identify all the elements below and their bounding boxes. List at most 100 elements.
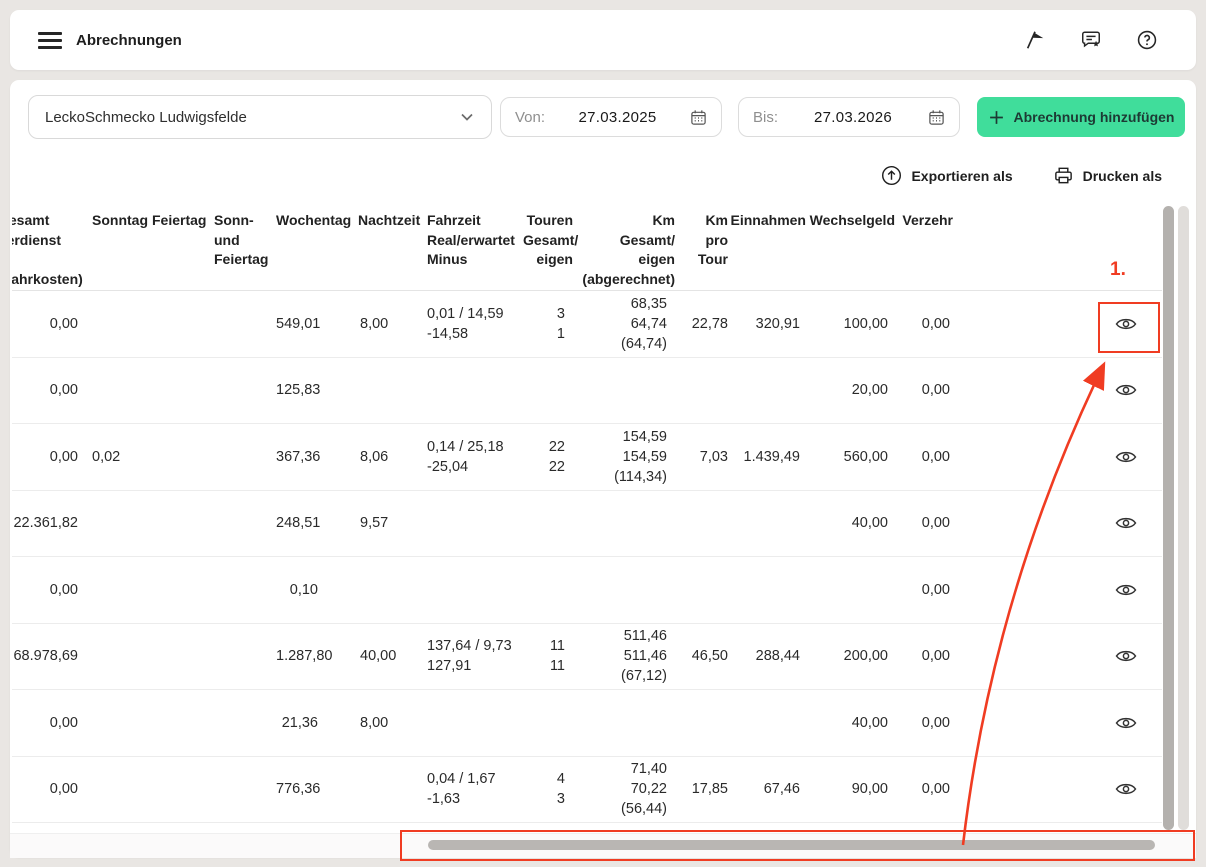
cell-nachtzeit: 8,00 <box>358 713 427 733</box>
calendar-icon[interactable] <box>690 109 707 126</box>
view-row-button[interactable] <box>1114 644 1138 668</box>
table-row: 0,000,02367,368,060,14 / 25,18-25,042222… <box>12 424 1162 491</box>
cell-actions <box>953 312 1162 336</box>
column-header-sonntag: Sonntag <box>92 211 152 231</box>
cell-fahrzeit: 0,04 / 1,67-1,63 <box>427 769 523 809</box>
column-header-verzehr: Verzehr <box>895 211 953 231</box>
menu-icon[interactable] <box>38 32 62 49</box>
view-row-button[interactable] <box>1114 312 1138 336</box>
cell-actions <box>953 711 1162 735</box>
date-to-field[interactable]: Bis: 27.03.2026 <box>738 97 960 137</box>
cell-sonntag: 0,02 <box>92 447 152 467</box>
cell-verzehr: 0,00 <box>895 380 953 400</box>
cell-km_pro_tour: 22,78 <box>675 314 728 334</box>
cell-wechselgeld: 20,00 <box>806 380 895 400</box>
column-header-einnahmen: Einnahmen <box>728 211 806 231</box>
view-row-button[interactable] <box>1114 378 1138 402</box>
date-from-field[interactable]: Von: 27.03.2025 <box>500 97 722 137</box>
calendar-icon[interactable] <box>928 109 945 126</box>
app-window: Abrechnungen LeckoSchmecko Ludwigsfelde <box>0 0 1206 867</box>
cell-verzehr: 0,00 <box>895 646 953 666</box>
cell-verzehr: 0,00 <box>895 580 953 600</box>
column-header-km: KmGesamt/eigen(abgerechnet) <box>573 211 675 289</box>
cell-wochentag: 248,51 <box>276 513 358 533</box>
cell-einnahmen: 67,46 <box>728 779 806 799</box>
feedback-message-star-icon[interactable] <box>1080 29 1102 51</box>
column-header-feiertag: Feiertag <box>152 211 214 231</box>
date-to-label: Bis: <box>753 109 778 126</box>
date-from-label: Von: <box>515 109 545 126</box>
cell-fahrzeit: 0,14 / 25,18-25,04 <box>427 437 523 477</box>
cell-verzehr: 0,00 <box>895 713 953 733</box>
export-icon <box>881 165 902 186</box>
cell-einnahmen: 320,91 <box>728 314 806 334</box>
cell-fahrzeit: 137,64 / 9,73127,91 <box>427 636 523 676</box>
table-row: 0,00776,360,04 / 1,67-1,634371,4070,22(5… <box>12 757 1162 824</box>
cell-touren: 2222 <box>523 437 573 477</box>
cell-wechselgeld: 200,00 <box>806 646 895 666</box>
cell-actions <box>953 644 1162 668</box>
help-circle-icon[interactable] <box>1136 29 1158 51</box>
table-row: 0,00 0,10 0,00 <box>12 557 1162 624</box>
cell-actions <box>953 445 1162 469</box>
abrechnungen-table: GesamtVerdienst(Fahrkosten) SonntagFeiert… <box>12 205 1162 823</box>
cell-gesamt: 0,00 <box>12 447 78 467</box>
cell-verzehr: 0,00 <box>895 447 953 467</box>
page-title: Abrechnungen <box>76 32 182 49</box>
cell-wochentag: 0,10 <box>276 580 358 600</box>
printer-icon <box>1053 165 1074 186</box>
cell-wechselgeld: 90,00 <box>806 779 895 799</box>
table-body: 0,00549,018,000,01 / 14,59-14,583168,356… <box>12 291 1162 823</box>
column-header-gesamt: GesamtVerdienst(Fahrkosten) <box>12 211 78 289</box>
vertical-scrollbar-thumb[interactable] <box>1163 206 1174 830</box>
table-header-row: GesamtVerdienst(Fahrkosten) SonntagFeiert… <box>12 205 1162 291</box>
add-abrechnung-button[interactable]: Abrechnung hinzufügen <box>977 97 1185 137</box>
topbar-icon-group <box>1024 29 1158 51</box>
cell-wechselgeld: 100,00 <box>806 314 895 334</box>
cell-gesamt: 0,00 <box>12 580 78 600</box>
export-as-label: Exportieren als <box>911 168 1012 184</box>
column-header-nachtzeit: Nachtzeit <box>358 211 427 231</box>
view-row-button[interactable] <box>1114 445 1138 469</box>
cell-einnahmen: 1.439,49 <box>728 447 806 467</box>
cell-gesamt: 68.978,69 <box>12 646 78 666</box>
date-to-value: 27.03.2026 <box>814 109 892 126</box>
column-header-touren: TourenGesamt/eigen <box>523 211 573 270</box>
cell-km: 154,59154,59(114,34) <box>573 427 675 487</box>
company-select[interactable]: LeckoSchmecko Ludwigsfelde <box>28 95 492 139</box>
cell-actions <box>953 777 1162 801</box>
date-from-value: 27.03.2025 <box>578 109 656 126</box>
cell-gesamt: 0,00 <box>12 779 78 799</box>
table-row: 0,00125,8320,000,00 <box>12 358 1162 425</box>
table-row: 22.361,82248,519,5740,000,00 <box>12 491 1162 558</box>
cell-touren: 1111 <box>523 636 573 676</box>
cell-actions <box>953 578 1162 602</box>
cell-wochentag: 549,01 <box>276 314 358 334</box>
cell-wochentag: 1.287,80 <box>276 646 358 666</box>
print-as-label: Drucken als <box>1083 168 1162 184</box>
cell-verzehr: 0,00 <box>895 779 953 799</box>
column-header-wochentag: Wochentag <box>276 211 358 231</box>
view-row-button[interactable] <box>1114 777 1138 801</box>
column-header-wechselgeld: Wechselgeld <box>806 211 895 231</box>
flag-icon[interactable] <box>1024 29 1046 51</box>
table-row: 68.978,69 1.287,8040,00137,64 / 9,73127,9… <box>12 624 1162 691</box>
table-viewport: GesamtVerdienst(Fahrkosten) SonntagFeiert… <box>12 205 1162 827</box>
cell-gesamt: 0,00 <box>12 380 78 400</box>
company-select-value: LeckoSchmecko Ludwigsfelde <box>45 109 247 126</box>
view-row-button[interactable] <box>1114 711 1138 735</box>
export-as-button[interactable]: Exportieren als <box>881 165 1012 186</box>
print-as-button[interactable]: Drucken als <box>1053 165 1162 186</box>
cell-nachtzeit: 40,00 <box>358 646 427 666</box>
cell-touren: 43 <box>523 769 573 809</box>
add-abrechnung-label: Abrechnung hinzufügen <box>1014 109 1175 125</box>
main-panel: LeckoSchmecko Ludwigsfelde Von: 27.03.20… <box>10 80 1196 857</box>
cell-km_pro_tour: 46,50 <box>675 646 728 666</box>
cell-km: 511,46511,46(67,12) <box>573 626 675 686</box>
horizontal-scrollbar-track[interactable] <box>10 833 1196 858</box>
cell-verzehr: 0,00 <box>895 513 953 533</box>
view-row-button[interactable] <box>1114 511 1138 535</box>
view-row-button[interactable] <box>1114 578 1138 602</box>
horizontal-scrollbar-thumb[interactable] <box>428 840 1155 850</box>
cell-einnahmen: 288,44 <box>728 646 806 666</box>
